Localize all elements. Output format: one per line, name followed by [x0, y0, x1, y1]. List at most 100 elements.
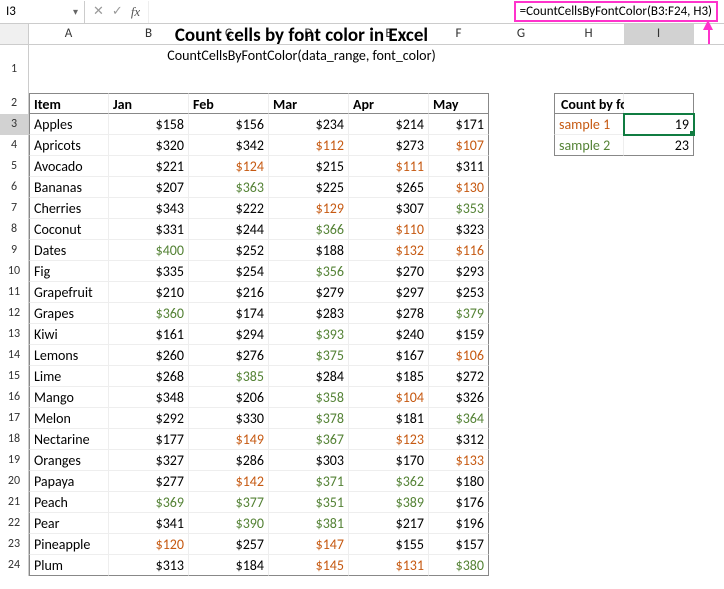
cell-value[interactable]: $284: [269, 366, 349, 387]
cell-value[interactable]: $254: [189, 261, 269, 282]
cell-value[interactable]: $276: [189, 345, 269, 366]
row-header[interactable]: 5: [0, 156, 29, 177]
cell-value[interactable]: $331: [109, 219, 189, 240]
count-header[interactable]: Count by font color: [554, 93, 624, 114]
cell-item[interactable]: Lime: [29, 366, 109, 387]
cell-item[interactable]: Oranges: [29, 450, 109, 471]
cell-value[interactable]: $176: [429, 492, 489, 513]
cell-value[interactable]: $174: [189, 303, 269, 324]
cell-value[interactable]: $366: [269, 219, 349, 240]
row-header[interactable]: 16: [0, 387, 29, 408]
cell-value[interactable]: $215: [269, 156, 349, 177]
cell-value[interactable]: $107: [429, 135, 489, 156]
cell-value[interactable]: $225: [269, 177, 349, 198]
cell-value[interactable]: $210: [109, 282, 189, 303]
cell-item[interactable]: Coconut: [29, 219, 109, 240]
cell-item[interactable]: Nectarine: [29, 429, 109, 450]
cell-value[interactable]: $221: [109, 156, 189, 177]
confirm-icon[interactable]: ✓: [112, 4, 123, 19]
sample-value[interactable]: 23: [624, 135, 694, 156]
table-header[interactable]: Mar: [269, 93, 349, 114]
table-header[interactable]: Feb: [189, 93, 269, 114]
cell-item[interactable]: Mango: [29, 387, 109, 408]
cell-value[interactable]: $390: [189, 513, 269, 534]
cell-value[interactable]: $297: [349, 282, 429, 303]
cell-value[interactable]: $303: [269, 450, 349, 471]
cell-value[interactable]: $170: [349, 450, 429, 471]
cell-value[interactable]: $341: [109, 513, 189, 534]
row-header[interactable]: 3: [0, 114, 29, 135]
cell-value[interactable]: $367: [269, 429, 349, 450]
cell-value[interactable]: $207: [109, 177, 189, 198]
cell-value[interactable]: $145: [269, 555, 349, 576]
table-header[interactable]: Apr: [349, 93, 429, 114]
cell-value[interactable]: $253: [429, 282, 489, 303]
row-header[interactable]: 19: [0, 450, 29, 471]
cell-value[interactable]: $273: [349, 135, 429, 156]
cell-value[interactable]: $283: [269, 303, 349, 324]
cell-value[interactable]: $277: [109, 471, 189, 492]
cell-value[interactable]: $294: [189, 324, 269, 345]
row-header[interactable]: 9: [0, 240, 29, 261]
sample-label[interactable]: sample 2: [554, 135, 624, 156]
row-header[interactable]: 2: [0, 93, 29, 114]
cell-value[interactable]: $389: [349, 492, 429, 513]
cell-value[interactable]: $123: [349, 429, 429, 450]
cell-item[interactable]: Pear: [29, 513, 109, 534]
cell-value[interactable]: $167: [349, 345, 429, 366]
cell-value[interactable]: $380: [429, 555, 489, 576]
cell-item[interactable]: Dates: [29, 240, 109, 261]
cell-value[interactable]: $362: [349, 471, 429, 492]
cell-value[interactable]: $185: [349, 366, 429, 387]
cell-value[interactable]: $268: [109, 366, 189, 387]
cell-item[interactable]: Apples: [29, 114, 109, 135]
cell-value[interactable]: $257: [189, 534, 269, 555]
cell-value[interactable]: $307: [349, 198, 429, 219]
name-box[interactable]: I3 ▾: [0, 1, 85, 23]
cell-value[interactable]: $260: [109, 345, 189, 366]
cell-value[interactable]: $292: [109, 408, 189, 429]
cell-value[interactable]: $377: [189, 492, 269, 513]
cell-value[interactable]: $343: [109, 198, 189, 219]
cell-value[interactable]: $393: [269, 324, 349, 345]
cell-value[interactable]: $171: [429, 114, 489, 135]
cell-value[interactable]: $156: [189, 114, 269, 135]
cell-value[interactable]: $312: [429, 429, 489, 450]
cell-value[interactable]: $132: [349, 240, 429, 261]
cell-item[interactable]: Peach: [29, 492, 109, 513]
row-header[interactable]: 17: [0, 408, 29, 429]
row-header[interactable]: 24: [0, 555, 29, 576]
cell-value[interactable]: $116: [429, 240, 489, 261]
cell-value[interactable]: $272: [429, 366, 489, 387]
cell-item[interactable]: Melon: [29, 408, 109, 429]
cell-item[interactable]: Bananas: [29, 177, 109, 198]
cell-value[interactable]: $320: [109, 135, 189, 156]
cell-value[interactable]: $327: [109, 450, 189, 471]
cell-value[interactable]: $364: [429, 408, 489, 429]
row-header[interactable]: 12: [0, 303, 29, 324]
cell-value[interactable]: $110: [349, 219, 429, 240]
row-header[interactable]: 8: [0, 219, 29, 240]
cell-item[interactable]: Lemons: [29, 345, 109, 366]
row-header[interactable]: 23: [0, 534, 29, 555]
cell-value[interactable]: $104: [349, 387, 429, 408]
cell-value[interactable]: $112: [269, 135, 349, 156]
table-header[interactable]: May: [429, 93, 489, 114]
cell-value[interactable]: $252: [189, 240, 269, 261]
cell-value[interactable]: $131: [349, 555, 429, 576]
cell-value[interactable]: $363: [189, 177, 269, 198]
row-header[interactable]: 22: [0, 513, 29, 534]
cell-value[interactable]: $133: [429, 450, 489, 471]
cell-value[interactable]: $278: [349, 303, 429, 324]
select-all-corner[interactable]: [0, 24, 29, 44]
cell-item[interactable]: Kiwi: [29, 324, 109, 345]
cell-value[interactable]: $293: [429, 261, 489, 282]
cell-value[interactable]: $155: [349, 534, 429, 555]
cell-value[interactable]: $180: [429, 471, 489, 492]
cell-value[interactable]: $313: [109, 555, 189, 576]
row-header[interactable]: 13: [0, 324, 29, 345]
cell-value[interactable]: $217: [349, 513, 429, 534]
cell-value[interactable]: $356: [269, 261, 349, 282]
cell-item[interactable]: Grapefruit: [29, 282, 109, 303]
cell-value[interactable]: $311: [429, 156, 489, 177]
